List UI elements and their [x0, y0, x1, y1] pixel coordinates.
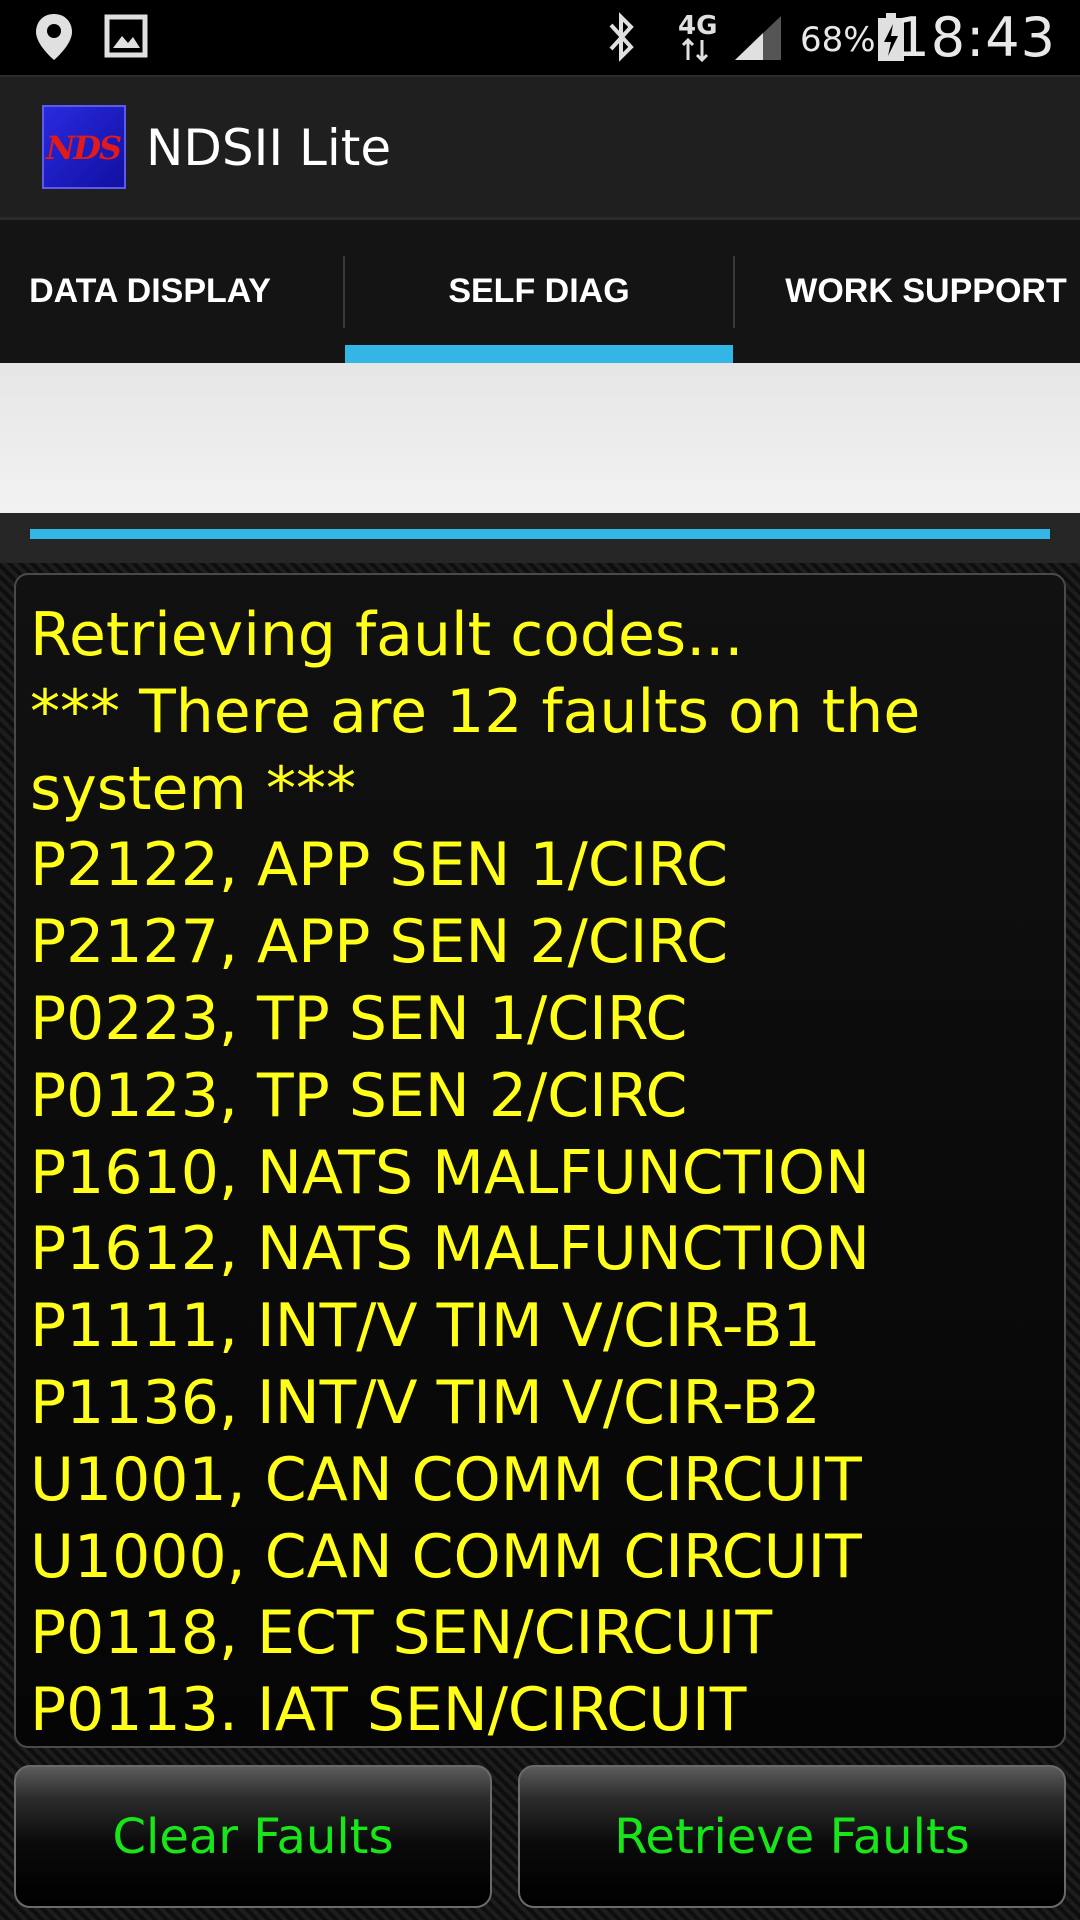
output-line: P2127, APP SEN 2/CIRC — [30, 907, 729, 978]
tab-bar: DATA DISPLAY SELF DIAG WORK SUPPORT — [0, 220, 1080, 363]
output-line: P0113. IAT SEN/CIRCUIT — [30, 1675, 747, 1746]
output-line: P0118, ECT SEN/CIRCUIT — [30, 1598, 773, 1669]
retrieve-faults-button[interactable]: Retrieve Faults — [518, 1765, 1066, 1908]
clear-faults-label: Clear Faults — [112, 1808, 394, 1865]
output-line: P0223, TP SEN 1/CIRC — [30, 984, 688, 1054]
tab-data-display[interactable]: DATA DISPLAY — [0, 220, 300, 363]
output-line: Retrieving fault codes... — [30, 600, 744, 670]
tab-label: DATA DISPLAY — [29, 272, 271, 310]
output-line: P1612, NATS MALFUNCTION — [30, 1214, 870, 1285]
clock: 18:43 — [895, 6, 1056, 69]
output-line: P1610, NATS MALFUNCTION — [30, 1137, 870, 1208]
tab-work-support[interactable]: WORK SUPPORT — [772, 220, 1080, 363]
output-line: *** There are 12 faults on the — [30, 676, 921, 747]
output-line: U1000, CAN COMM CIRCUIT — [30, 1521, 862, 1592]
progress-area — [0, 513, 1080, 563]
progress-bar — [30, 529, 1050, 539]
image-icon — [104, 14, 148, 62]
network-4g-icon: 4G — [676, 8, 722, 68]
fault-output-box[interactable]: Retrieving fault codes... *** There are 1… — [14, 573, 1066, 1748]
output-line: U1001, CAN COMM CIRCUIT — [30, 1444, 862, 1515]
selected-tab-indicator — [345, 345, 733, 363]
action-bar: NDS NDSII Lite — [0, 75, 1080, 220]
app-logo-text: NDS — [46, 129, 122, 167]
tab-self-diag[interactable]: SELF DIAG — [345, 220, 733, 363]
svg-text:4G: 4G — [678, 11, 717, 41]
status-bar: 4G 68% 18:43 — [0, 0, 1080, 75]
output-line: P0123, TP SEN 2/CIRC — [30, 1060, 688, 1131]
battery-percent: 68% — [800, 20, 876, 60]
location-pin-icon — [34, 12, 74, 66]
clear-faults-button[interactable]: Clear Faults — [14, 1765, 492, 1908]
signal-icon — [733, 14, 783, 66]
output-line: P1111, INT/V TIM V/CIR-B1 — [30, 1291, 821, 1362]
tab-label: WORK SUPPORT — [785, 272, 1067, 310]
output-line: P1136, INT/V TIM V/CIR-B2 — [30, 1368, 821, 1438]
bluetooth-icon — [605, 10, 639, 68]
tab-label: SELF DIAG — [448, 272, 630, 310]
retrieve-faults-label: Retrieve Faults — [614, 1808, 970, 1865]
output-line: system *** — [30, 753, 356, 824]
info-panel — [0, 363, 1080, 513]
tab-divider — [733, 256, 735, 328]
app-title: NDSII Lite — [146, 119, 392, 177]
progress-fill — [30, 529, 1050, 539]
output-line: P2122, APP SEN 1/CIRC — [30, 830, 729, 901]
app-logo[interactable]: NDS — [42, 105, 126, 189]
